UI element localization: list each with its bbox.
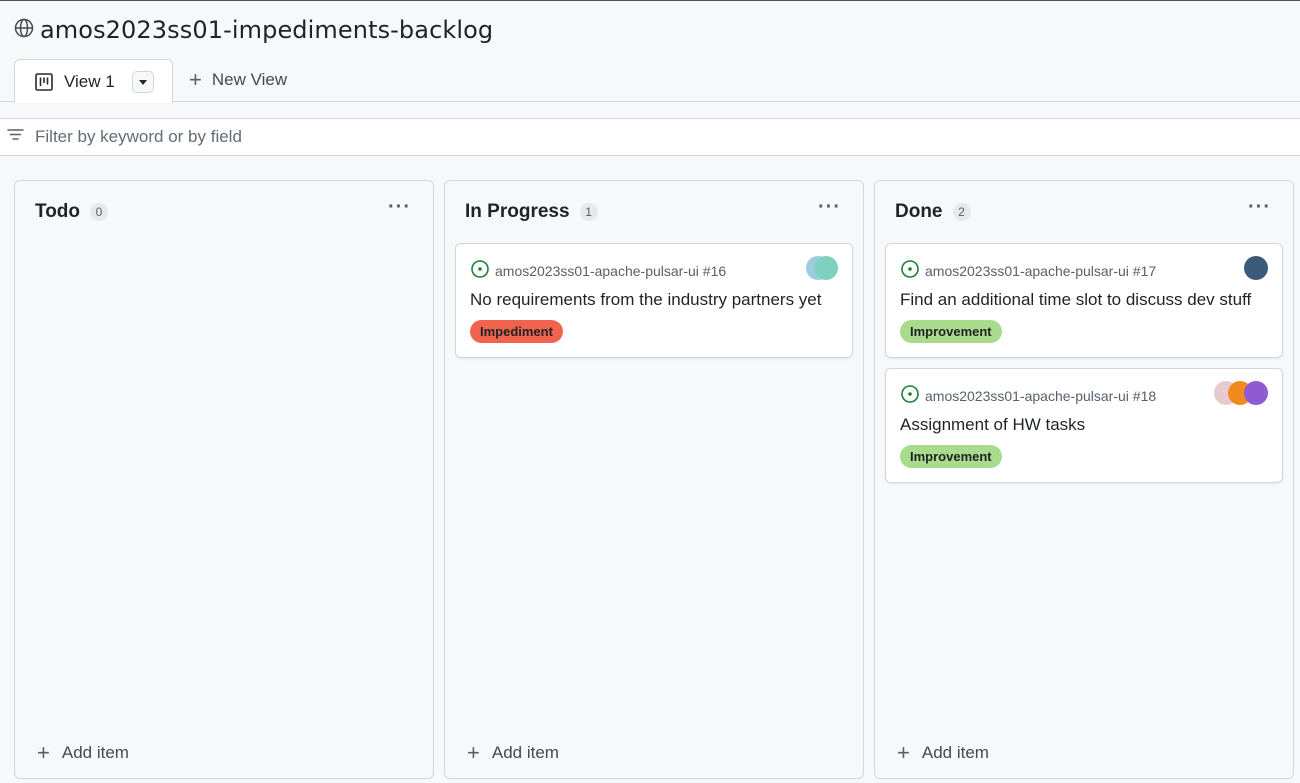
column-menu-button[interactable]: ··· <box>818 197 841 217</box>
view-tabs: View 1 + New View <box>0 57 1300 103</box>
view-options-dropdown-button[interactable] <box>132 71 154 93</box>
issue-card[interactable]: amos2023ss01-apache-pulsar-ui #17 Find a… <box>885 243 1283 358</box>
column-header: Todo 0 <box>35 201 109 223</box>
avatar[interactable] <box>814 256 838 280</box>
column-header: Done 2 <box>895 201 971 223</box>
new-view-label: New View <box>211 70 288 89</box>
column-count-badge: 2 <box>952 203 971 221</box>
column-title: In Progress <box>465 201 570 222</box>
label-badge: Improvement <box>900 320 1002 343</box>
filter-input[interactable]: Filter by keyword or by field <box>35 127 242 147</box>
column-title: Done <box>895 201 943 222</box>
plus-icon: + <box>897 740 910 765</box>
project-header: amos2023ss01-impediments-backlog View 1 … <box>0 1 1300 103</box>
globe-icon <box>14 18 34 43</box>
add-item-label: Add item <box>61 743 129 762</box>
card-repo-label[interactable]: amos2023ss01-apache-pulsar-ui #17 <box>925 263 1156 279</box>
card-title[interactable]: No requirements from the industry partne… <box>470 290 821 310</box>
tab-label: View 1 <box>64 71 115 91</box>
card-repo: amos2023ss01-apache-pulsar-ui #17 <box>900 259 1156 282</box>
plus-icon: + <box>467 740 480 765</box>
avatar[interactable] <box>1244 256 1268 280</box>
add-item-button[interactable]: + Add item <box>467 742 559 764</box>
filter-bar[interactable]: Filter by keyword or by field <box>0 118 1300 156</box>
card-repo-label[interactable]: amos2023ss01-apache-pulsar-ui #18 <box>925 388 1156 404</box>
avatar[interactable] <box>1244 381 1268 405</box>
column-menu-button[interactable]: ··· <box>1248 197 1271 217</box>
issue-card[interactable]: amos2023ss01-apache-pulsar-ui #16 No req… <box>455 243 853 358</box>
column-todo: Todo 0 ··· + Add item <box>14 180 434 779</box>
plus-icon: + <box>37 740 50 765</box>
card-title[interactable]: Find an additional time slot to discuss … <box>900 290 1251 310</box>
issue-opened-icon <box>900 384 920 407</box>
add-item-button[interactable]: + Add item <box>37 742 129 764</box>
add-item-label: Add item <box>491 743 559 762</box>
column-menu-button[interactable]: ··· <box>388 197 411 217</box>
board-icon <box>35 72 53 91</box>
card-title[interactable]: Assignment of HW tasks <box>900 415 1085 435</box>
project-title-row: amos2023ss01-impediments-backlog <box>14 15 493 45</box>
column-header: In Progress 1 <box>465 201 598 223</box>
tab-view-1[interactable]: View 1 <box>14 59 173 103</box>
column-in-progress: In Progress 1 ··· amos2023ss01-apache-pu… <box>444 180 864 779</box>
issue-opened-icon <box>470 259 490 282</box>
column-title: Todo <box>35 201 81 222</box>
column-done: Done 2 ··· amos2023ss01-apache-pulsar-ui… <box>874 180 1294 779</box>
plus-icon: + <box>189 67 202 92</box>
card-repo: amos2023ss01-apache-pulsar-ui #18 <box>900 384 1156 407</box>
page-title: amos2023ss01-impediments-backlog <box>40 16 494 44</box>
label-badge: Improvement <box>900 445 1002 468</box>
column-count-badge: 0 <box>90 203 109 221</box>
card-repo-label[interactable]: amos2023ss01-apache-pulsar-ui #16 <box>495 263 726 279</box>
label-badge: Impediment <box>470 320 563 343</box>
add-item-button[interactable]: + Add item <box>897 742 989 764</box>
issue-card[interactable]: amos2023ss01-apache-pulsar-ui #18 Assign… <box>885 368 1283 483</box>
issue-opened-icon <box>900 259 920 282</box>
column-count-badge: 1 <box>579 203 598 221</box>
new-view-button[interactable]: + New View <box>189 69 287 91</box>
filter-icon <box>7 126 35 148</box>
chevron-down-icon <box>139 79 147 85</box>
add-item-label: Add item <box>921 743 989 762</box>
card-repo: amos2023ss01-apache-pulsar-ui #16 <box>470 259 726 282</box>
